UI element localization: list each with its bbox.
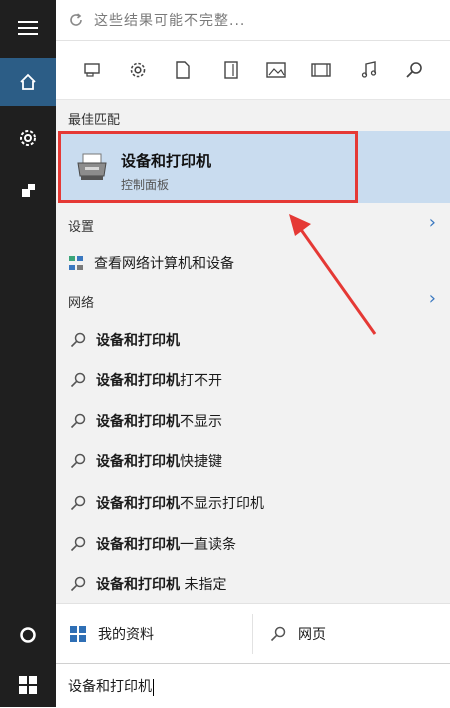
search-icon (70, 536, 86, 552)
filter-music-button[interactable] (354, 55, 384, 85)
filter-bar (56, 41, 450, 100)
search-box[interactable]: 设备和打印机 (56, 663, 450, 708)
documents-filter-icon (176, 61, 190, 79)
filter-settings-button[interactable] (123, 55, 153, 85)
suggestion-bold: 设备和打印机 (96, 577, 180, 593)
bottom-divider (252, 614, 253, 654)
suggestion-rest: 打不开 (180, 373, 222, 389)
filter-apps-button[interactable] (78, 55, 108, 85)
search-icon (70, 495, 86, 511)
best-match-subtitle: 控制面板 (121, 178, 170, 192)
filter-photos-button[interactable] (261, 55, 291, 85)
home-button[interactable] (0, 58, 56, 106)
web-suggestion[interactable]: 设备和打印机快捷键 (56, 443, 450, 479)
home-icon (20, 73, 36, 90)
my-stuff-label: 我的资料 (98, 627, 154, 643)
printer-icon (77, 153, 107, 180)
search-icon (70, 372, 86, 388)
search-icon (270, 626, 286, 642)
settings-result-item[interactable]: 查看网络计算机和设备 (56, 245, 450, 281)
search-icon (70, 413, 86, 429)
refresh-icon (70, 13, 82, 26)
best-match-heading: 最佳匹配 (68, 113, 121, 128)
best-match-item[interactable]: 设备和打印机 控制面板 (58, 131, 358, 203)
suggestion-bold: 设备和打印机 (96, 373, 180, 389)
best-match-title: 设备和打印机 (121, 152, 212, 170)
web-suggestion[interactable]: 设备和打印机不显示 (56, 403, 450, 439)
web-suggestion[interactable]: 设备和打印机不显示打印机 (56, 485, 450, 521)
folders-filter-icon (224, 61, 238, 79)
suggestion-rest: 不显示打印机 (180, 496, 264, 512)
notice-text: 这些结果可能不完整... (94, 13, 246, 29)
suggestion-rest: 快捷键 (180, 454, 222, 470)
web-suggestion[interactable]: 设备和打印机打不开 (56, 362, 450, 398)
cortana-button[interactable] (0, 615, 56, 655)
cortana-icon (20, 627, 36, 643)
suggestion-bold: 设备和打印机 (96, 333, 180, 349)
hamburger-menu-button[interactable] (0, 10, 56, 46)
web-heading: 网络 (68, 296, 95, 311)
suggestion-bold: 设备和打印机 (96, 414, 180, 430)
suggestion-rest: 一直读条 (180, 537, 236, 553)
search-icon (70, 332, 86, 348)
web-filter-icon (406, 62, 422, 78)
best-match-highlight (358, 131, 450, 203)
settings-filter-icon (130, 62, 146, 78)
web-search-button[interactable]: 网页 (270, 604, 326, 664)
text-caret (153, 678, 154, 696)
suggestion-bold: 设备和打印机 (96, 496, 180, 512)
search-icon (70, 576, 86, 592)
web-suggestion[interactable]: 设备和打印机 (56, 322, 450, 358)
windows-logo-icon (70, 626, 86, 642)
settings-result-label: 查看网络计算机和设备 (94, 256, 234, 272)
bottom-bar: 我的资料 网页 (56, 603, 450, 664)
settings-button[interactable] (0, 118, 56, 158)
gear-icon (20, 130, 36, 146)
videos-filter-icon (311, 63, 331, 77)
web-suggestion[interactable]: 设备和打印机 未指定 (56, 566, 450, 602)
web-label: 网页 (298, 627, 326, 643)
my-stuff-button[interactable]: 我的资料 (70, 604, 154, 664)
suggestion-bold: 设备和打印机 (96, 454, 180, 470)
filter-folders-button[interactable] (216, 55, 246, 85)
filter-web-button[interactable] (399, 55, 429, 85)
suggestion-rest: 不显示 (180, 414, 222, 430)
music-filter-icon (361, 61, 377, 78)
feedback-button[interactable] (0, 170, 56, 210)
left-rail (0, 0, 56, 707)
incomplete-results-notice[interactable]: 这些结果可能不完整... (56, 0, 450, 41)
search-icon (70, 453, 86, 469)
web-chevron-icon[interactable]: › (429, 288, 436, 309)
filter-videos-button[interactable] (306, 55, 336, 85)
settings-chevron-icon[interactable]: › (429, 212, 436, 233)
search-results-panel: 这些结果可能不完整... 最佳匹配 设备和打印机 控制面板 设置 › 查看网络计… (56, 0, 450, 708)
feedback-icon (22, 184, 35, 197)
network-devices-icon (69, 256, 83, 270)
windows-logo-icon (19, 676, 37, 694)
hamburger-icon (18, 21, 38, 35)
filter-documents-button[interactable] (168, 55, 198, 85)
settings-heading: 设置 (68, 220, 95, 235)
search-query: 设备和打印机 (68, 679, 152, 695)
web-suggestion[interactable]: 设备和打印机一直读条 (56, 526, 450, 562)
suggestion-rest: 未指定 (180, 577, 227, 593)
apps-filter-icon (84, 63, 100, 77)
start-button[interactable] (0, 663, 56, 707)
suggestion-bold: 设备和打印机 (96, 537, 180, 553)
photos-filter-icon (266, 62, 286, 78)
